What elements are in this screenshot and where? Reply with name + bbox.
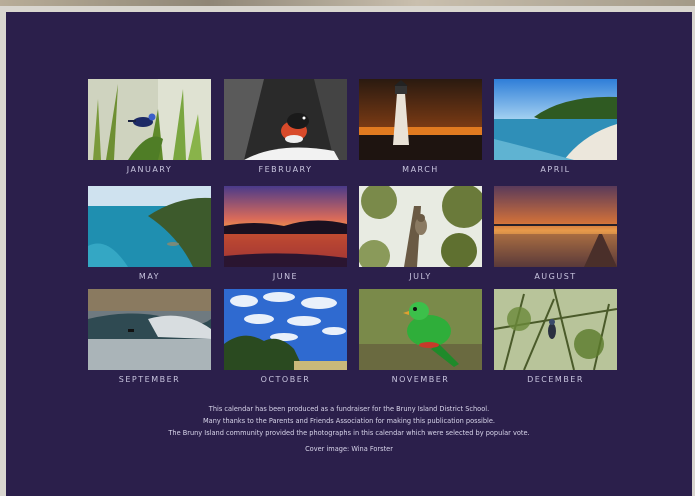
month-november: NOVEMBER xyxy=(359,289,482,384)
coastal-cliff-photo xyxy=(88,186,211,267)
cloudy-sky-photo xyxy=(224,289,347,370)
owl-in-tree-photo xyxy=(359,186,482,267)
credits-line-1: This calendar has been produced as a fun… xyxy=(208,405,490,413)
month-september: SEPTEMBER xyxy=(88,289,211,384)
credits-line-2: Many thanks to the Parents and Friends A… xyxy=(202,416,496,425)
month-march: MARCH xyxy=(359,79,482,174)
month-june: JUNE xyxy=(224,186,347,281)
month-label: NOVEMBER xyxy=(391,375,450,384)
month-april: APRIL xyxy=(494,79,617,174)
top-edge-strip xyxy=(0,0,695,6)
month-label: OCTOBER xyxy=(260,375,311,384)
robin-photo xyxy=(224,79,347,160)
month-label: MARCH xyxy=(402,165,439,174)
cover-image-credit: Cover image: Wina Forster xyxy=(305,445,393,454)
credits-line-3: The Bruny Island community provided the … xyxy=(168,428,530,437)
calendar-back-cover: JANUARY FEBRUARY MARCH APRIL MAY JUNE JU… xyxy=(6,12,692,496)
month-label: MAY xyxy=(138,272,161,281)
lighthouse-photo xyxy=(359,79,482,160)
month-july: JULY xyxy=(359,186,482,281)
month-label: JULY xyxy=(409,272,432,281)
blue-wren-photo xyxy=(88,79,211,160)
month-label: APRIL xyxy=(540,165,571,174)
month-january: JANUARY xyxy=(88,79,211,174)
beach-photo xyxy=(494,79,617,160)
month-label: FEBRUARY xyxy=(258,165,313,174)
month-may: MAY xyxy=(88,186,211,281)
month-label: SEPTEMBER xyxy=(118,375,181,384)
month-october: OCTOBER xyxy=(224,289,347,384)
sunset-jetty-photo xyxy=(494,186,617,267)
month-august: AUGUST xyxy=(494,186,617,281)
credits: This calendar has been produced as a fun… xyxy=(6,404,692,456)
month-label: DECEMBER xyxy=(527,375,584,384)
month-label: AUGUST xyxy=(534,272,577,281)
green-parrot-photo xyxy=(359,289,482,370)
month-label: JANUARY xyxy=(126,165,173,174)
month-december: DECEMBER xyxy=(494,289,617,384)
bird-in-bush-photo xyxy=(494,289,617,370)
sunset-lake-photo xyxy=(224,186,347,267)
month-label: JUNE xyxy=(272,272,299,281)
month-february: FEBRUARY xyxy=(224,79,347,174)
surfer-wave-photo xyxy=(88,289,211,370)
